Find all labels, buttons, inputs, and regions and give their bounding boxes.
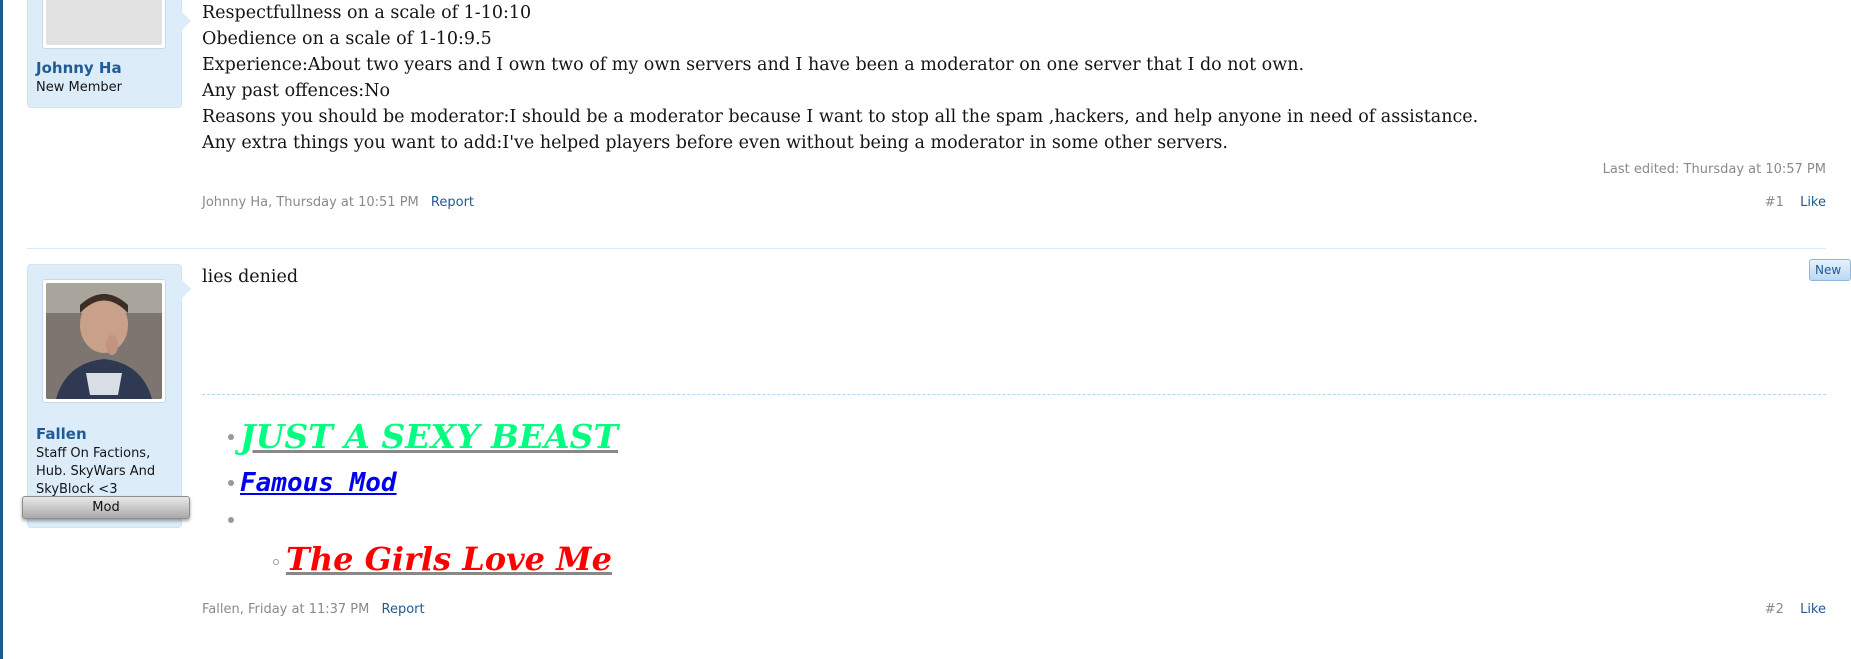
username[interactable]: Fallen [36, 425, 87, 443]
post-author-date[interactable]: Fallen, Friday at 11:37 PM [202, 602, 369, 617]
signature-line: Famous Mod [240, 468, 397, 498]
post-number-link[interactable]: #2 [1765, 602, 1784, 617]
message-line: Experience:About two years and I own two… [202, 55, 1305, 75]
signature: JUST A SEXY BEAST Famous Mod The Girls L… [202, 414, 618, 584]
post-controls: #1 Like [1765, 195, 1826, 210]
user-title: Staff On Factions, Hub. SkyWars And SkyB… [36, 446, 156, 497]
avatar[interactable] [42, 279, 166, 403]
signature-nested-item: The Girls Love Me [202, 534, 618, 584]
user-card: Fallen Staff On Factions, Hub. SkyWars A… [22, 264, 191, 528]
user-card-arrow [181, 11, 191, 31]
like-link[interactable]: Like [1800, 195, 1826, 210]
message-post-2: Fallen Staff On Factions, Hub. SkyWars A… [22, 264, 1826, 659]
message-post-1: Johnny Ha New Member Respectfullness on … [27, 0, 1851, 281]
page-left-border [0, 0, 3, 659]
mod-banner: Mod [22, 496, 190, 519]
post-author-date[interactable]: Johnny Ha, Thursday at 10:51 PM [202, 195, 419, 210]
message-line: Respectfullness on a scale of 1-10:10 [202, 3, 532, 23]
message-body: lies denied [202, 264, 1826, 290]
username[interactable]: Johnny Ha [36, 59, 122, 77]
signature-item: Famous Mod [202, 460, 618, 506]
user-photo [46, 283, 162, 399]
signature-line: JUST A SEXY BEAST [240, 417, 619, 456]
message-line: Reasons you should be moderator:I should… [202, 107, 1479, 127]
bullet-icon [228, 434, 234, 440]
message-line: lies denied [202, 267, 299, 287]
report-link[interactable]: Report [382, 602, 425, 617]
signature-item [202, 506, 618, 534]
bullet-icon [228, 517, 234, 523]
post-controls: #2 Like [1765, 602, 1826, 617]
user-title: New Member [36, 80, 122, 95]
message-line: Any past offences:No [202, 81, 391, 101]
message-line-cut [202, 0, 208, 10]
avatar[interactable] [42, 0, 166, 49]
signature-line: The Girls Love Me [286, 540, 612, 578]
report-link[interactable]: Report [431, 195, 474, 210]
post-meta: Johnny Ha, Thursday at 10:51 PM Report [202, 195, 474, 210]
message-body: Respectfullness on a scale of 1-10:10 Ob… [202, 0, 1826, 156]
user-card-arrow [181, 279, 191, 299]
default-avatar-image [46, 0, 162, 45]
signature-divider [202, 394, 1826, 395]
message-line: Any extra things you want to add:I've he… [202, 133, 1228, 153]
post-number-link[interactable]: #1 [1765, 195, 1784, 210]
message-line: Obedience on a scale of 1-10:9.5 [202, 29, 492, 49]
circle-bullet-icon [273, 559, 279, 565]
signature-item: JUST A SEXY BEAST [202, 414, 618, 460]
user-card: Johnny Ha New Member [27, 0, 191, 108]
like-link[interactable]: Like [1800, 602, 1826, 617]
last-edited-note: Last edited: Thursday at 10:57 PM [1602, 162, 1826, 177]
post-meta: Fallen, Friday at 11:37 PM Report [202, 602, 425, 617]
bullet-icon [228, 480, 234, 486]
